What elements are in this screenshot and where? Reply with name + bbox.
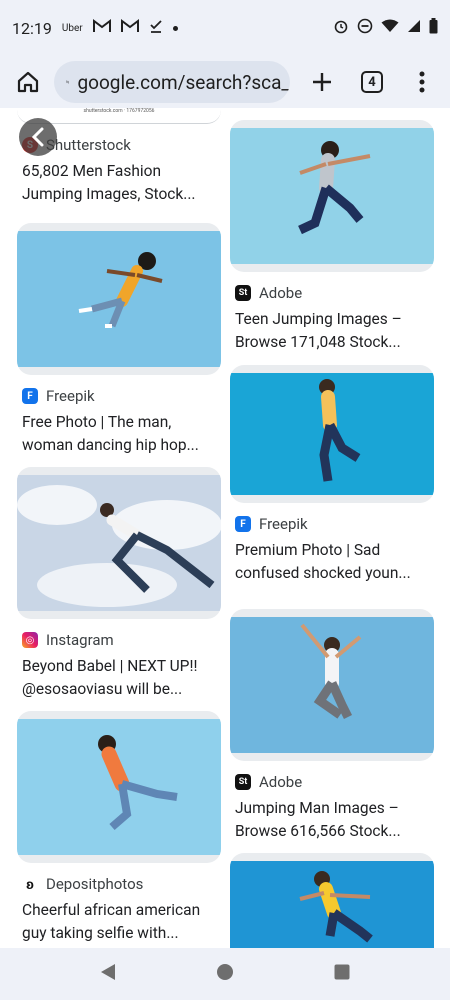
back-overlay-button[interactable] [19,118,57,156]
result-title: Free Photo | The man, woman dancing hip … [22,413,199,454]
gmail-icon [92,19,111,37]
thumbnail-caption: shutterstock.com · 1767972056 [83,108,155,114]
jumping-person-image [230,861,434,948]
source-name: Shutterstock [46,136,131,154]
result-source: ʚ Depositphotos [17,875,221,893]
source-name: Instagram [46,631,114,649]
result-thumbnail[interactable] [230,120,434,272]
alarm-icon [333,18,349,38]
result-thumbnail[interactable] [230,365,434,503]
signal-icon [407,19,421,37]
status-time: 12:19 [12,18,52,38]
square-recents-icon [334,964,350,980]
result-title: Premium Photo | Sad confused shocked you… [235,541,411,582]
source-name: Adobe [259,284,303,302]
depositphotos-icon: ʚ [22,876,38,893]
result-thumbnail[interactable] [17,467,221,619]
battery-icon [429,18,438,38]
check-download-icon [149,19,163,37]
result-source: St Adobe [230,284,434,302]
browser-toolbar: google.com/search?sca_ 4 [0,56,450,108]
circle-home-icon [217,964,233,980]
tab-count: 4 [361,71,383,93]
gmail-icon [120,19,139,37]
adobe-stock-icon: St [235,774,251,790]
result-card[interactable]: St Adobe Jumping Man Images – Browse 616… [230,609,434,843]
result-thumbnail[interactable] [17,711,221,863]
url-text: google.com/search?sca_ [77,70,290,94]
result-title: 65,802 Men Fashion Jumping Images, Stock… [22,162,196,203]
freepik-icon: F [235,516,251,532]
instagram-icon: ◎ [22,632,38,648]
plus-icon [313,73,331,91]
site-settings-icon[interactable] [66,74,70,90]
adobe-stock-icon: St [235,285,251,301]
result-thumbnail[interactable] [17,223,221,375]
result-card[interactable]: ◎ Instagram Beyond Babel | NEXT UP!! @es… [17,467,221,701]
source-name: Freepik [46,387,95,405]
menu-button[interactable] [404,64,440,100]
triangle-back-icon [101,964,115,980]
result-source: F Freepik [230,515,434,533]
source-name: Adobe [259,773,303,791]
result-thumbnail[interactable] [230,609,434,761]
jumping-person-image [17,475,221,611]
result-card[interactable] [230,853,434,948]
result-title: Beyond Babel | NEXT UP!! @esosaoviasu wi… [22,657,198,698]
system-nav-bar [0,948,450,1000]
home-button[interactable] [10,64,46,100]
result-source: ◎ Instagram [17,631,221,649]
jumping-person-image [230,128,434,264]
url-bar[interactable]: google.com/search?sca_ [54,61,290,103]
result-thumbnail[interactable] [230,853,434,948]
jumping-person-image [17,231,221,367]
home-icon [17,71,39,93]
wifi-icon [381,19,399,37]
chevron-left-icon [31,127,44,147]
result-card[interactable]: F Freepik Premium Photo | Sad confused s… [230,365,434,585]
result-title: Jumping Man Images – Browse 616,566 Stoc… [235,799,401,840]
result-source: F Freepik [17,387,221,405]
source-name: Freepik [259,515,308,533]
nav-back-button[interactable] [100,963,116,985]
image-results: shutterstock.com · 1767972056 S Shutters… [0,108,450,948]
nav-recents-button[interactable] [334,964,350,984]
jumping-person-image [230,617,434,753]
result-source: St Adobe [230,773,434,791]
more-vert-icon [419,71,425,93]
new-tab-button[interactable] [304,64,340,100]
result-title: Cheerful african american guy taking sel… [22,901,201,942]
status-bar: 12:19 Uber [0,0,450,56]
uber-icon: Uber [61,22,83,34]
tab-switcher-button[interactable]: 4 [354,64,390,100]
dot-icon [172,25,178,31]
result-card[interactable]: St Adobe Teen Jumping Images – Browse 17… [230,120,434,354]
nav-home-button[interactable] [216,963,234,985]
source-name: Depositphotos [46,875,144,893]
result-title: Teen Jumping Images – Browse 171,048 Sto… [235,310,402,351]
result-card[interactable]: F Freepik Free Photo | The man, woman da… [17,223,221,457]
jumping-person-image [230,373,434,495]
jumping-person-image [17,719,221,855]
freepik-icon: F [22,388,38,404]
result-card[interactable]: ʚ Depositphotos Cheerful african america… [17,711,221,945]
do-not-disturb-icon [357,18,373,38]
